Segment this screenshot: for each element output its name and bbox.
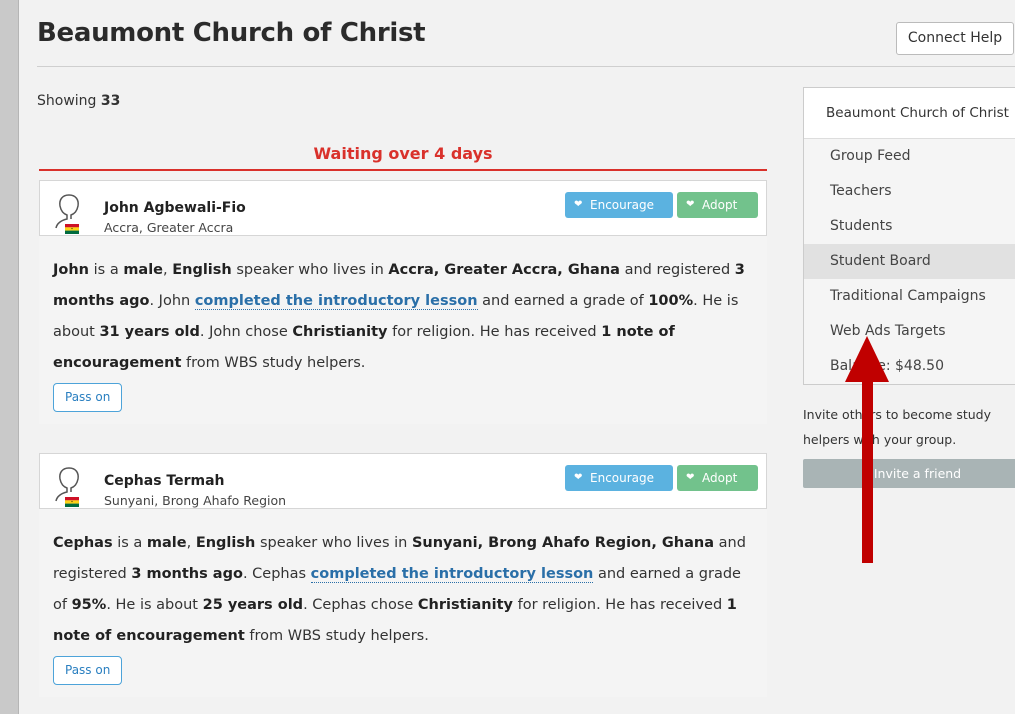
sidebar-item-balance[interactable]: Balance: $48.50 <box>804 349 1015 384</box>
encourage-label: Encourage <box>590 471 655 485</box>
student-location: Sunyani, Brong Ahafo Region <box>104 493 287 508</box>
ghana-flag-icon <box>65 497 79 507</box>
invite-text: Invite others to become study helpers wi… <box>803 407 992 447</box>
page: Beaumont Church of Christ Connect Help S… <box>18 0 1015 714</box>
adopt-label: Adopt <box>702 471 738 485</box>
showing-number: 33 <box>100 93 121 109</box>
showing-label: Showing <box>37 93 97 109</box>
heart-icon: ❤ <box>574 199 583 210</box>
student-location: Accra, Greater Accra <box>104 220 234 235</box>
adopt-button[interactable]: ❤ Adopt <box>677 192 758 218</box>
sidebar-item-teachers[interactable]: Teachers <box>804 174 1015 209</box>
adopt-button[interactable]: ❤ Adopt <box>677 465 758 491</box>
lesson-link[interactable]: completed the introductory lesson <box>194 293 478 310</box>
student-card-header: Cephas Termah Sunyani, Brong Ahafo Regio… <box>39 453 767 509</box>
student-description: Cephas is a male, English speaker who li… <box>39 509 767 697</box>
header-divider <box>37 66 1015 67</box>
pass-on-button[interactable]: Pass on <box>53 656 123 685</box>
ghana-flag-icon <box>65 224 79 234</box>
heart-icon: ❤ <box>686 199 695 210</box>
lesson-link[interactable]: completed the introductory lesson <box>310 566 594 583</box>
student-card-header: John Agbewali-Fio Accra, Greater Accra ❤… <box>39 180 767 236</box>
student-name[interactable]: Cephas Termah <box>104 473 225 489</box>
section-heading: Waiting over 4 days <box>313 144 493 163</box>
sidebar-item-student-board[interactable]: Student Board <box>804 244 1015 279</box>
sidebar-item-students[interactable]: Students <box>804 209 1015 244</box>
section-divider <box>39 169 767 171</box>
invite-friend-button[interactable]: Invite a friend <box>803 459 1015 488</box>
adopt-label: Adopt <box>702 198 738 212</box>
encourage-button[interactable]: ❤ Encourage <box>565 465 673 491</box>
sidebar-item-group-feed[interactable]: Group Feed <box>804 139 1015 174</box>
sidebar-item-traditional-campaigns[interactable]: Traditional Campaigns <box>804 279 1015 314</box>
page-title: Beaumont Church of Christ <box>37 18 426 48</box>
encourage-button[interactable]: ❤ Encourage <box>565 192 673 218</box>
showing-count: Showing 33 <box>37 93 120 109</box>
sidebar-nav: Beaumont Church of Christ Group Feed Tea… <box>803 87 1015 385</box>
pass-on-button[interactable]: Pass on <box>53 383 123 412</box>
heart-icon: ❤ <box>686 472 695 483</box>
heart-icon: ❤ <box>574 472 583 483</box>
student-name[interactable]: John Agbewali-Fio <box>104 200 246 216</box>
sidebar-title[interactable]: Beaumont Church of Christ <box>804 88 1015 139</box>
encourage-label: Encourage <box>590 198 655 212</box>
sidebar-item-web-ads-targets[interactable]: Web Ads Targets <box>804 314 1015 349</box>
connect-help-button[interactable]: Connect Help <box>896 22 1014 55</box>
student-card: Cephas Termah Sunyani, Brong Ahafo Regio… <box>39 453 767 697</box>
student-card: John Agbewali-Fio Accra, Greater Accra ❤… <box>39 180 767 424</box>
student-description: John is a male, English speaker who live… <box>39 236 767 424</box>
